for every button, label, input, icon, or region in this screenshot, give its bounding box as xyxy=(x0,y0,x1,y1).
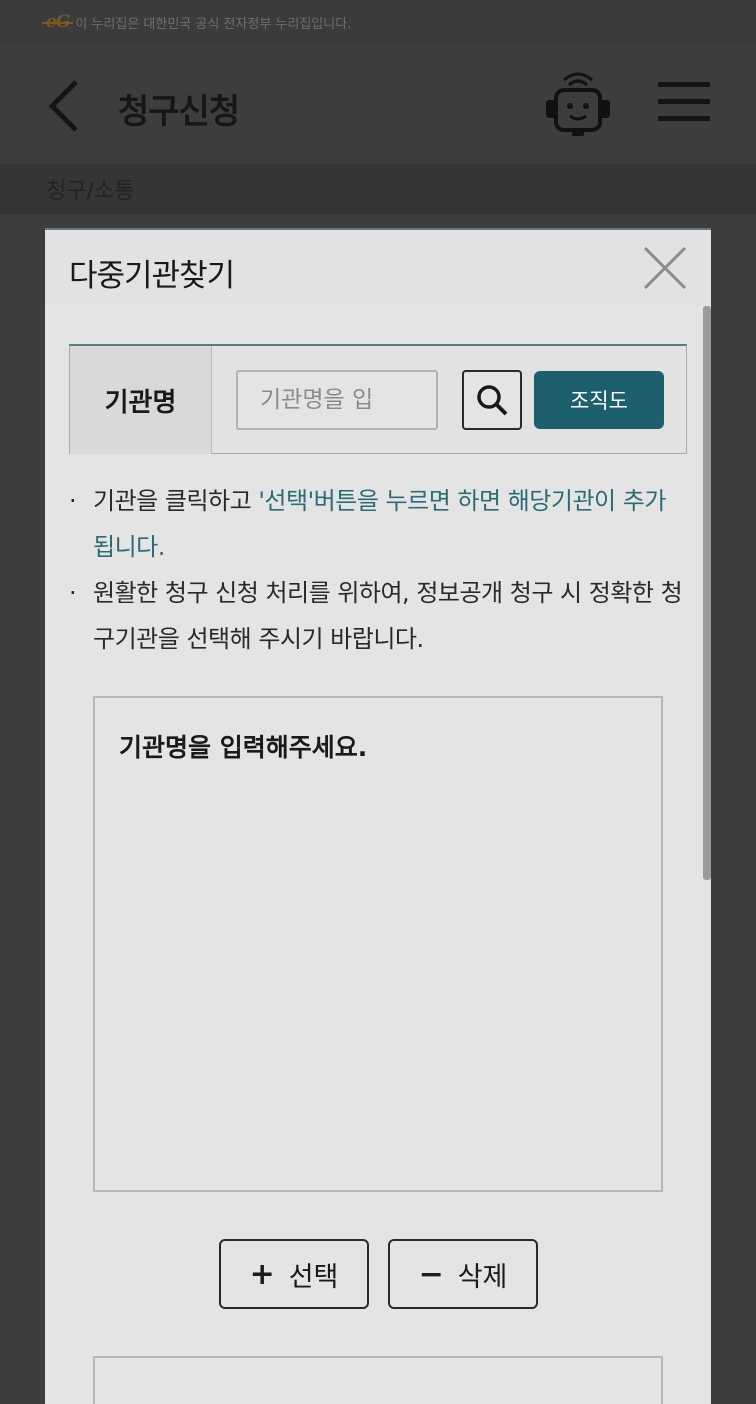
menu-button[interactable] xyxy=(656,78,712,126)
empty-result-message: 기관명을 입력해주세요. xyxy=(119,733,368,762)
modal-header: 다중기관찾기 xyxy=(45,230,711,306)
back-button[interactable] xyxy=(44,78,84,134)
delete-button[interactable]: − 삭제 xyxy=(388,1239,538,1309)
notice-text: 원활한 청구 신청 처리를 위하여, 정보공개 청구 시 정확한 청구기관을 선… xyxy=(93,579,683,653)
chatbot-button[interactable] xyxy=(540,66,616,142)
modal-scrollbar[interactable] xyxy=(703,306,711,880)
agency-search-form: 기관명 조직도 xyxy=(69,344,687,454)
chevron-left-icon xyxy=(48,80,78,132)
notice-list: · 기관을 클릭하고 '선택'버튼을 누르면 하면 해당기관이 추가됩니다. ·… xyxy=(69,478,683,662)
search-icon xyxy=(477,385,508,416)
select-add-button[interactable]: + 선택 xyxy=(219,1239,369,1309)
plus-icon: + xyxy=(249,1256,275,1292)
chatbot-icon xyxy=(546,72,610,136)
hamburger-menu-icon xyxy=(658,82,710,121)
page-title: 청구신청 xyxy=(118,92,240,132)
agency-name-input[interactable] xyxy=(236,370,438,430)
org-chart-button[interactable]: 조직도 xyxy=(534,371,664,429)
modal-title: 다중기관찾기 xyxy=(69,258,235,294)
breadcrumb: 청구/소통 xyxy=(0,164,756,214)
breadcrumb-label: 청구/소통 xyxy=(46,179,135,204)
minus-icon: − xyxy=(418,1256,444,1292)
select-add-label: 선택 xyxy=(288,1261,339,1293)
bullet: · xyxy=(69,579,77,607)
egov-logo: eG xyxy=(41,12,74,32)
app-header: 청구신청 xyxy=(0,44,756,164)
gov-banner: eG 이 누리집은 대한민국 공식 전자정부 누리집입니다. xyxy=(0,0,756,44)
modal-body: 기관명 조직도 · 기관을 클릭하고 '선택'버튼을 누르면 하면 해당기관이 … xyxy=(45,306,703,1404)
agency-result-list[interactable]: 기관명을 입력해주세요. xyxy=(93,696,663,1192)
multi-agency-search-modal: 다중기관찾기 기관명 조직도 · 기관을 클릭하고 '선택'버튼을 누르면 하 xyxy=(45,228,711,1404)
gov-banner-text: 이 누리집은 대한민국 공식 전자정부 누리집입니다. xyxy=(75,16,352,32)
close-button[interactable] xyxy=(639,242,691,294)
notice-text: 기관을 클릭하고 xyxy=(93,487,259,515)
action-row: + 선택 − 삭제 xyxy=(219,1239,539,1309)
selected-agency-list[interactable] xyxy=(93,1356,663,1404)
search-button[interactable] xyxy=(462,370,522,430)
close-icon xyxy=(643,246,687,290)
notice-item: · 기관을 클릭하고 '선택'버튼을 누르면 하면 해당기관이 추가됩니다. xyxy=(69,478,683,570)
delete-label: 삭제 xyxy=(457,1261,508,1293)
notice-item: · 원활한 청구 신청 처리를 위하여, 정보공개 청구 시 정확한 청구기관을… xyxy=(69,570,683,662)
agency-name-label: 기관명 xyxy=(70,346,212,454)
bullet: · xyxy=(69,487,77,515)
